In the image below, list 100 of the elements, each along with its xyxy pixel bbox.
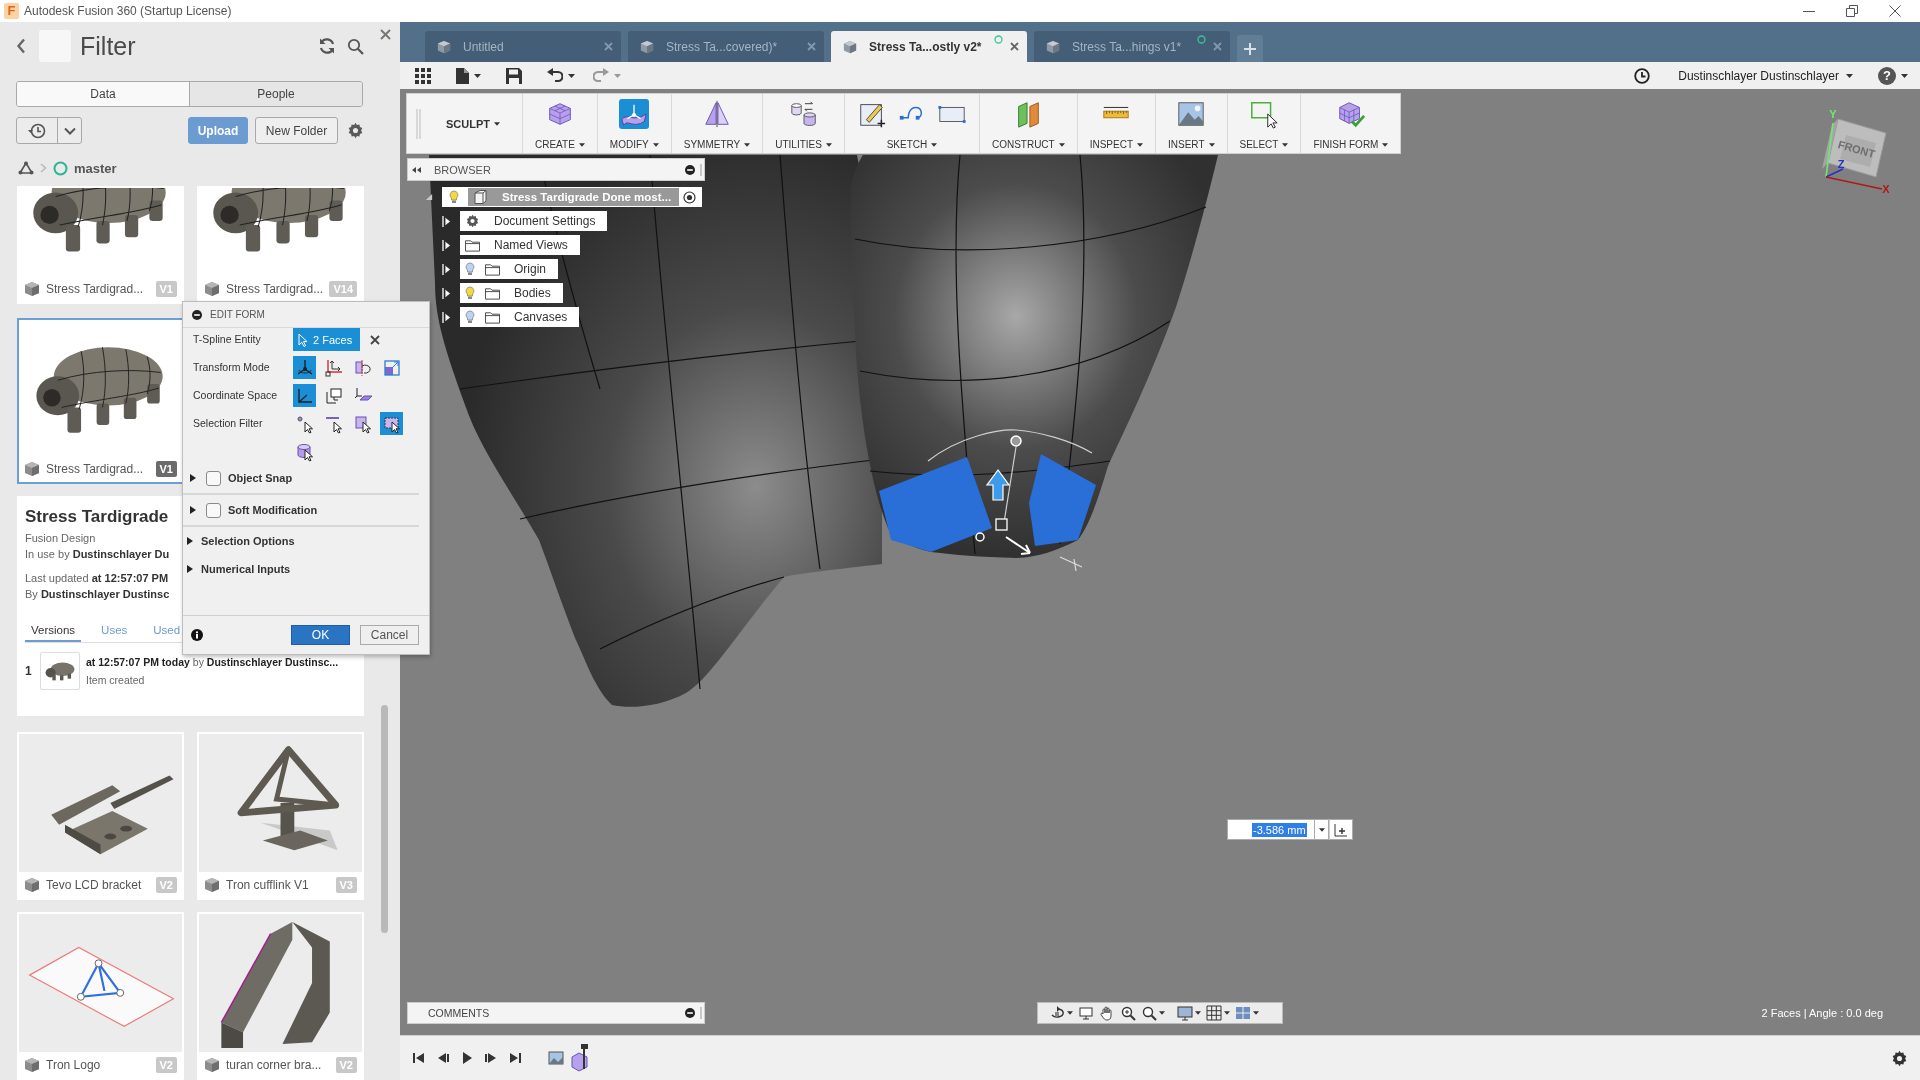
lightbulb-icon[interactable] bbox=[449, 190, 459, 204]
option-button[interactable] bbox=[293, 356, 316, 379]
workspace-menu[interactable]: SCULPT bbox=[446, 94, 500, 153]
expand-triangle-icon[interactable] bbox=[186, 564, 194, 574]
form-marker-icon[interactable] bbox=[570, 1043, 590, 1073]
toolbar-menu-button[interactable]: UTILITIES bbox=[775, 139, 832, 150]
resize-handle-icon[interactable] bbox=[700, 1007, 702, 1019]
file-card[interactable]: Stress Tardigrad... V1 bbox=[17, 318, 184, 484]
toolbar-menu-button[interactable]: MODIFY bbox=[609, 139, 659, 150]
caret-icon[interactable] bbox=[1224, 1011, 1230, 1015]
clear-icon[interactable] bbox=[370, 335, 380, 345]
caret-icon[interactable] bbox=[474, 73, 481, 78]
refresh-icon[interactable] bbox=[317, 36, 337, 56]
lightbulb-icon[interactable] bbox=[465, 262, 475, 276]
grip-icon[interactable] bbox=[416, 108, 421, 139]
selection-box-icon[interactable] bbox=[1249, 99, 1279, 129]
project-name[interactable]: master bbox=[74, 160, 117, 176]
expand-triangle-icon[interactable] bbox=[442, 215, 451, 227]
close-icon[interactable] bbox=[1889, 5, 1901, 17]
minus-circle-icon[interactable] bbox=[685, 164, 695, 175]
minus-circle-icon[interactable] bbox=[192, 309, 202, 320]
hand-icon[interactable] bbox=[1099, 1005, 1115, 1021]
caret-icon[interactable] bbox=[1253, 1011, 1259, 1015]
step-forward-icon[interactable] bbox=[485, 1052, 497, 1064]
cylinders-icon[interactable] bbox=[788, 99, 819, 129]
search-icon[interactable] bbox=[347, 37, 364, 55]
picture-icon[interactable] bbox=[548, 1050, 564, 1066]
version-thumbnail[interactable] bbox=[40, 652, 80, 690]
play-icon[interactable] bbox=[461, 1052, 473, 1064]
caret-icon[interactable] bbox=[1195, 1011, 1201, 1015]
triangle-nodes-icon[interactable] bbox=[18, 161, 34, 175]
expand-triangle-icon[interactable] bbox=[186, 536, 194, 546]
tree-item[interactable]: Origin bbox=[460, 259, 558, 279]
skip-forward-icon[interactable] bbox=[509, 1052, 521, 1064]
info-icon[interactable] bbox=[191, 629, 203, 641]
document-tab[interactable]: Stress Ta...ostly v2* bbox=[831, 31, 1027, 62]
selection-button[interactable]: 2 Faces bbox=[293, 328, 360, 351]
cancel-button[interactable]: Cancel bbox=[360, 625, 419, 645]
skip-back-icon[interactable] bbox=[413, 1052, 425, 1064]
surface-gizmo-icon[interactable] bbox=[619, 99, 650, 129]
option-button[interactable] bbox=[380, 412, 403, 435]
lightbulb-icon[interactable] bbox=[465, 310, 475, 324]
toolbar-menu-button[interactable]: FINISH FORM bbox=[1313, 139, 1389, 150]
minus-circle-icon[interactable] bbox=[685, 1008, 695, 1018]
checkbox[interactable] bbox=[206, 502, 221, 518]
resize-handle-icon[interactable] bbox=[700, 163, 702, 176]
dimension-input[interactable]: -3.586 mm bbox=[1227, 819, 1315, 840]
option-button[interactable] bbox=[293, 384, 316, 407]
close-icon[interactable] bbox=[1010, 42, 1019, 51]
toolbar-menu-button[interactable]: SKETCH bbox=[886, 139, 938, 150]
grid-icon[interactable] bbox=[415, 67, 431, 84]
section-label[interactable]: Soft Modification bbox=[228, 504, 318, 516]
radio-target-icon[interactable] bbox=[683, 190, 696, 204]
dropdown-button[interactable] bbox=[1315, 819, 1329, 840]
caret-icon[interactable] bbox=[568, 73, 575, 78]
segment-tab[interactable]: Data bbox=[17, 82, 189, 106]
section-label[interactable]: Selection Options bbox=[201, 535, 295, 547]
expand-triangle-icon[interactable] bbox=[442, 311, 451, 323]
toolbar-menu-button[interactable]: SYMMETRY bbox=[683, 139, 751, 150]
expand-triangle-icon[interactable] bbox=[189, 505, 197, 515]
selected-face[interactable] bbox=[879, 457, 992, 552]
caret-icon[interactable] bbox=[1901, 73, 1908, 78]
checkbox[interactable] bbox=[206, 470, 221, 486]
tiles-icon[interactable] bbox=[1235, 1005, 1251, 1021]
picture-icon[interactable] bbox=[1176, 99, 1207, 129]
toolbar-menu-button[interactable]: INSERT bbox=[1168, 139, 1215, 150]
scrollbar[interactable] bbox=[381, 705, 388, 933]
section-label[interactable]: Numerical Inputs bbox=[201, 563, 291, 575]
tree-item[interactable]: Named Views bbox=[460, 235, 580, 255]
help-button[interactable]: ? bbox=[1878, 66, 1896, 85]
history-dropdown[interactable] bbox=[16, 117, 82, 144]
lightbulb-icon[interactable] bbox=[465, 286, 475, 300]
toolbar-menu-button[interactable]: CONSTRUCT bbox=[991, 139, 1065, 150]
expand-triangle-icon[interactable] bbox=[442, 239, 451, 251]
undo-arrow-icon[interactable] bbox=[547, 67, 563, 84]
tree-item[interactable]: Canvases bbox=[460, 307, 580, 327]
expand-triangle-icon[interactable] bbox=[425, 193, 433, 201]
new-tab-button[interactable] bbox=[1237, 35, 1263, 62]
caret-icon[interactable] bbox=[1067, 1011, 1073, 1015]
section-label[interactable]: Object Snap bbox=[228, 472, 293, 484]
settings-icon[interactable] bbox=[347, 122, 364, 139]
expand-triangle-icon[interactable] bbox=[442, 263, 451, 275]
ok-button[interactable]: OK bbox=[291, 625, 350, 645]
restore-icon[interactable] bbox=[1846, 5, 1858, 17]
user-menu[interactable]: Dustinschlayer Dustinschlayer bbox=[1678, 68, 1853, 83]
tree-item[interactable]: Bodies bbox=[460, 283, 563, 303]
toolbar-menu-button[interactable]: SELECT bbox=[1239, 139, 1289, 150]
circular-arrow-icon[interactable] bbox=[1049, 1005, 1065, 1021]
view-cube[interactable] bbox=[1822, 118, 1887, 178]
step-back-icon[interactable] bbox=[437, 1052, 449, 1064]
tree-item[interactable]: Document Settings bbox=[460, 211, 608, 231]
caret-icon[interactable] bbox=[1159, 1011, 1165, 1015]
document-icon[interactable] bbox=[456, 67, 469, 84]
grid-icon[interactable] bbox=[1206, 1005, 1222, 1021]
details-tab[interactable]: Versions bbox=[25, 621, 82, 642]
dimension-options-button[interactable] bbox=[1329, 819, 1353, 840]
new-folder-button[interactable]: New Folder bbox=[255, 117, 338, 144]
selected-face[interactable] bbox=[1029, 454, 1096, 546]
toolbar-menu-button[interactable]: INSPECT bbox=[1089, 139, 1144, 150]
double-arrow-left-icon[interactable] bbox=[412, 166, 421, 173]
